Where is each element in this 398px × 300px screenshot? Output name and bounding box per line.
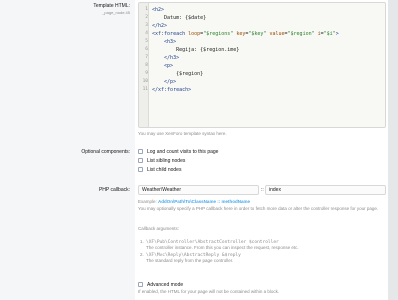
advanced-mode-description: If enabled, the HTML for your page will … [138,289,280,294]
code-text: </h2> [152,23,168,29]
code-line: 1 <h2> [139,6,385,14]
php-callback-label: PHP callback: [98,187,130,193]
callback-description: You may optionally specify a PHP callbac… [138,206,379,211]
code-text: {$region} [152,71,204,77]
code-text: </p> [152,79,177,85]
code-line: 10 </p> [139,78,385,86]
code-line: 9 {$region} [139,70,385,78]
code-line: 11 </xf:foreach> [139,86,385,94]
template-syntax-hint: You may use XenForo template syntax here… [138,131,227,136]
code-text: <h3> [152,39,177,45]
list-sibling-option[interactable]: List sibling nodes [138,157,185,164]
advanced-mode-checkbox[interactable] [138,282,143,287]
callback-example: Example: AddOn\Path\To\ClassName :: meth… [138,199,250,204]
line-number: 7 [145,55,148,60]
code-text: Datum: {$date} [152,15,207,21]
list-child-option[interactable]: List child nodes [138,166,181,173]
log-visits-checkbox[interactable] [138,149,143,154]
line-number: 2 [145,15,148,20]
callback-separator: :: [261,187,264,193]
callback-class-input[interactable]: Weather\Weather [138,185,259,195]
template-html-label: Template HTML: [93,3,130,9]
list-sibling-checkbox[interactable] [138,158,143,163]
code-line: 2 Datum: {$date} [139,14,385,22]
line-number: 10 [142,79,148,84]
argument-description: The standard reply from the page control… [146,258,234,263]
code-lines: 1 <h2> 2 Datum: {$date} 3 </h2> 4 <xf:foreach … [139,6,385,94]
line-number: 4 [145,31,148,36]
callback-method-input[interactable]: index [265,185,386,195]
code-line: 8 <p> [139,62,385,70]
argument-number: 2. [140,252,144,257]
page-node-edit-form: Template HTML: _page_node.45 1 <h2> 2 Datu… [0,0,398,300]
code-text: <p> [152,63,174,69]
code-text: </xf:foreach> [152,87,192,93]
code-line: 3 </h2> [139,22,385,30]
line-number: 8 [145,63,148,68]
list-child-checkbox[interactable] [138,167,143,172]
callback-arguments-list: 1. \XF\Pub\Controller\AbstractController… [138,239,383,269]
template-name-sublabel: _page_node.45 [102,10,130,15]
template-code-editor[interactable]: 1 <h2> 2 Datum: {$date} 3 </h2> 4 <xf:foreach … [138,2,386,128]
line-number: 9 [145,71,148,76]
code-text: </h3> [152,55,180,61]
line-number: 1 [145,7,148,12]
log-visits-label: Log and count visits to this page [147,148,219,155]
advanced-mode-label: Advanced mode [147,281,184,288]
log-visits-option[interactable]: Log and count visits to this page [138,148,218,155]
code-line: 6 Regija: {$region.ime} [139,46,385,54]
code-text: Regija: {$region.ime} [152,47,240,53]
code-line: 7 </h3> [139,54,385,62]
callback-example-prefix: Example: [138,199,159,204]
page-edge [388,0,398,300]
code-line: 5 <h3> [139,38,385,46]
list-child-label: List child nodes [147,166,182,173]
advanced-mode-option[interactable]: Advanced mode [138,281,183,288]
callback-example-format: AddOn\Path\To\ClassName :: methodName [158,199,250,204]
line-number: 5 [145,39,148,44]
line-number: 3 [145,23,148,28]
callback-arguments-title: Callback arguments: [138,226,180,231]
line-number: 6 [145,47,148,52]
list-sibling-label: List sibling nodes [147,157,186,164]
line-number: 11 [142,87,148,92]
optional-components-label: Optional components: [81,149,130,155]
code-text: <h2> [152,7,165,13]
argument-description: The controller instance. From this you c… [146,245,299,250]
code-text: <xf:foreach loop="$regions" key="$key" v… [152,31,339,37]
code-line: 4 <xf:foreach loop="$regions" key="$key" … [139,30,385,38]
argument-number: 1. [140,239,144,244]
